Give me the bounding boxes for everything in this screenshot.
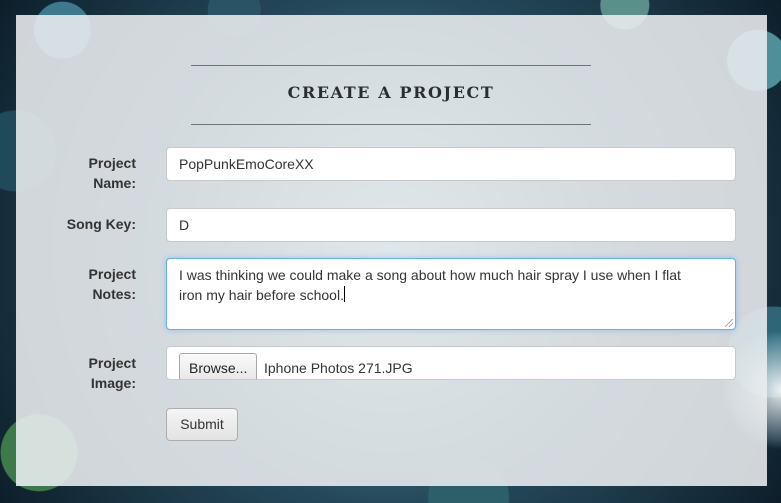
song-key-input[interactable]: D [166, 208, 736, 242]
project-notes-label-line1: Project [88, 266, 136, 282]
text-cursor [343, 286, 345, 302]
song-key-label: Song Key: [66, 216, 136, 232]
project-image-label-line1: Project [88, 355, 136, 371]
project-name-label: Project Name: [16, 153, 136, 193]
project-notes-label: Project Notes: [16, 264, 136, 304]
title-divider-top [191, 65, 591, 66]
submit-button[interactable]: Submit [166, 408, 238, 441]
project-name-input[interactable]: PopPunkEmoCoreXX [166, 147, 736, 181]
project-image-label-line2: Image: [90, 375, 136, 391]
project-name-label-line2: Name: [93, 175, 136, 191]
browse-button[interactable]: Browse... [179, 353, 258, 379]
project-notes-label-line2: Notes: [92, 286, 136, 302]
page-background: { "form": { "title": "CREATE A PROJECT",… [0, 0, 781, 503]
project-image-label: Project Image: [16, 353, 136, 393]
song-key-value: D [179, 217, 190, 233]
project-notes-value-line2-row: iron my hair before school. [179, 285, 723, 305]
project-name-value: PopPunkEmoCoreXX [179, 156, 314, 172]
page-title: CREATE A PROJECT [287, 83, 495, 102]
selected-file-name: Iphone Photos 271.JPG [264, 360, 413, 376]
project-notes-value-line1: I was thinking we could make a song abou… [179, 267, 681, 283]
project-notes-value-line2: iron my hair before school. [179, 287, 344, 303]
title-divider-bottom [191, 124, 591, 125]
project-image-file-input: Browse... Iphone Photos 271.JPG [166, 346, 736, 380]
create-project-panel: CREATE A PROJECT Project Name: PopPunkEm… [16, 15, 767, 486]
project-notes-textarea[interactable]: I was thinking we could make a song abou… [166, 258, 736, 330]
project-name-label-line1: Project [88, 155, 136, 171]
resize-handle-icon[interactable] [725, 319, 733, 327]
